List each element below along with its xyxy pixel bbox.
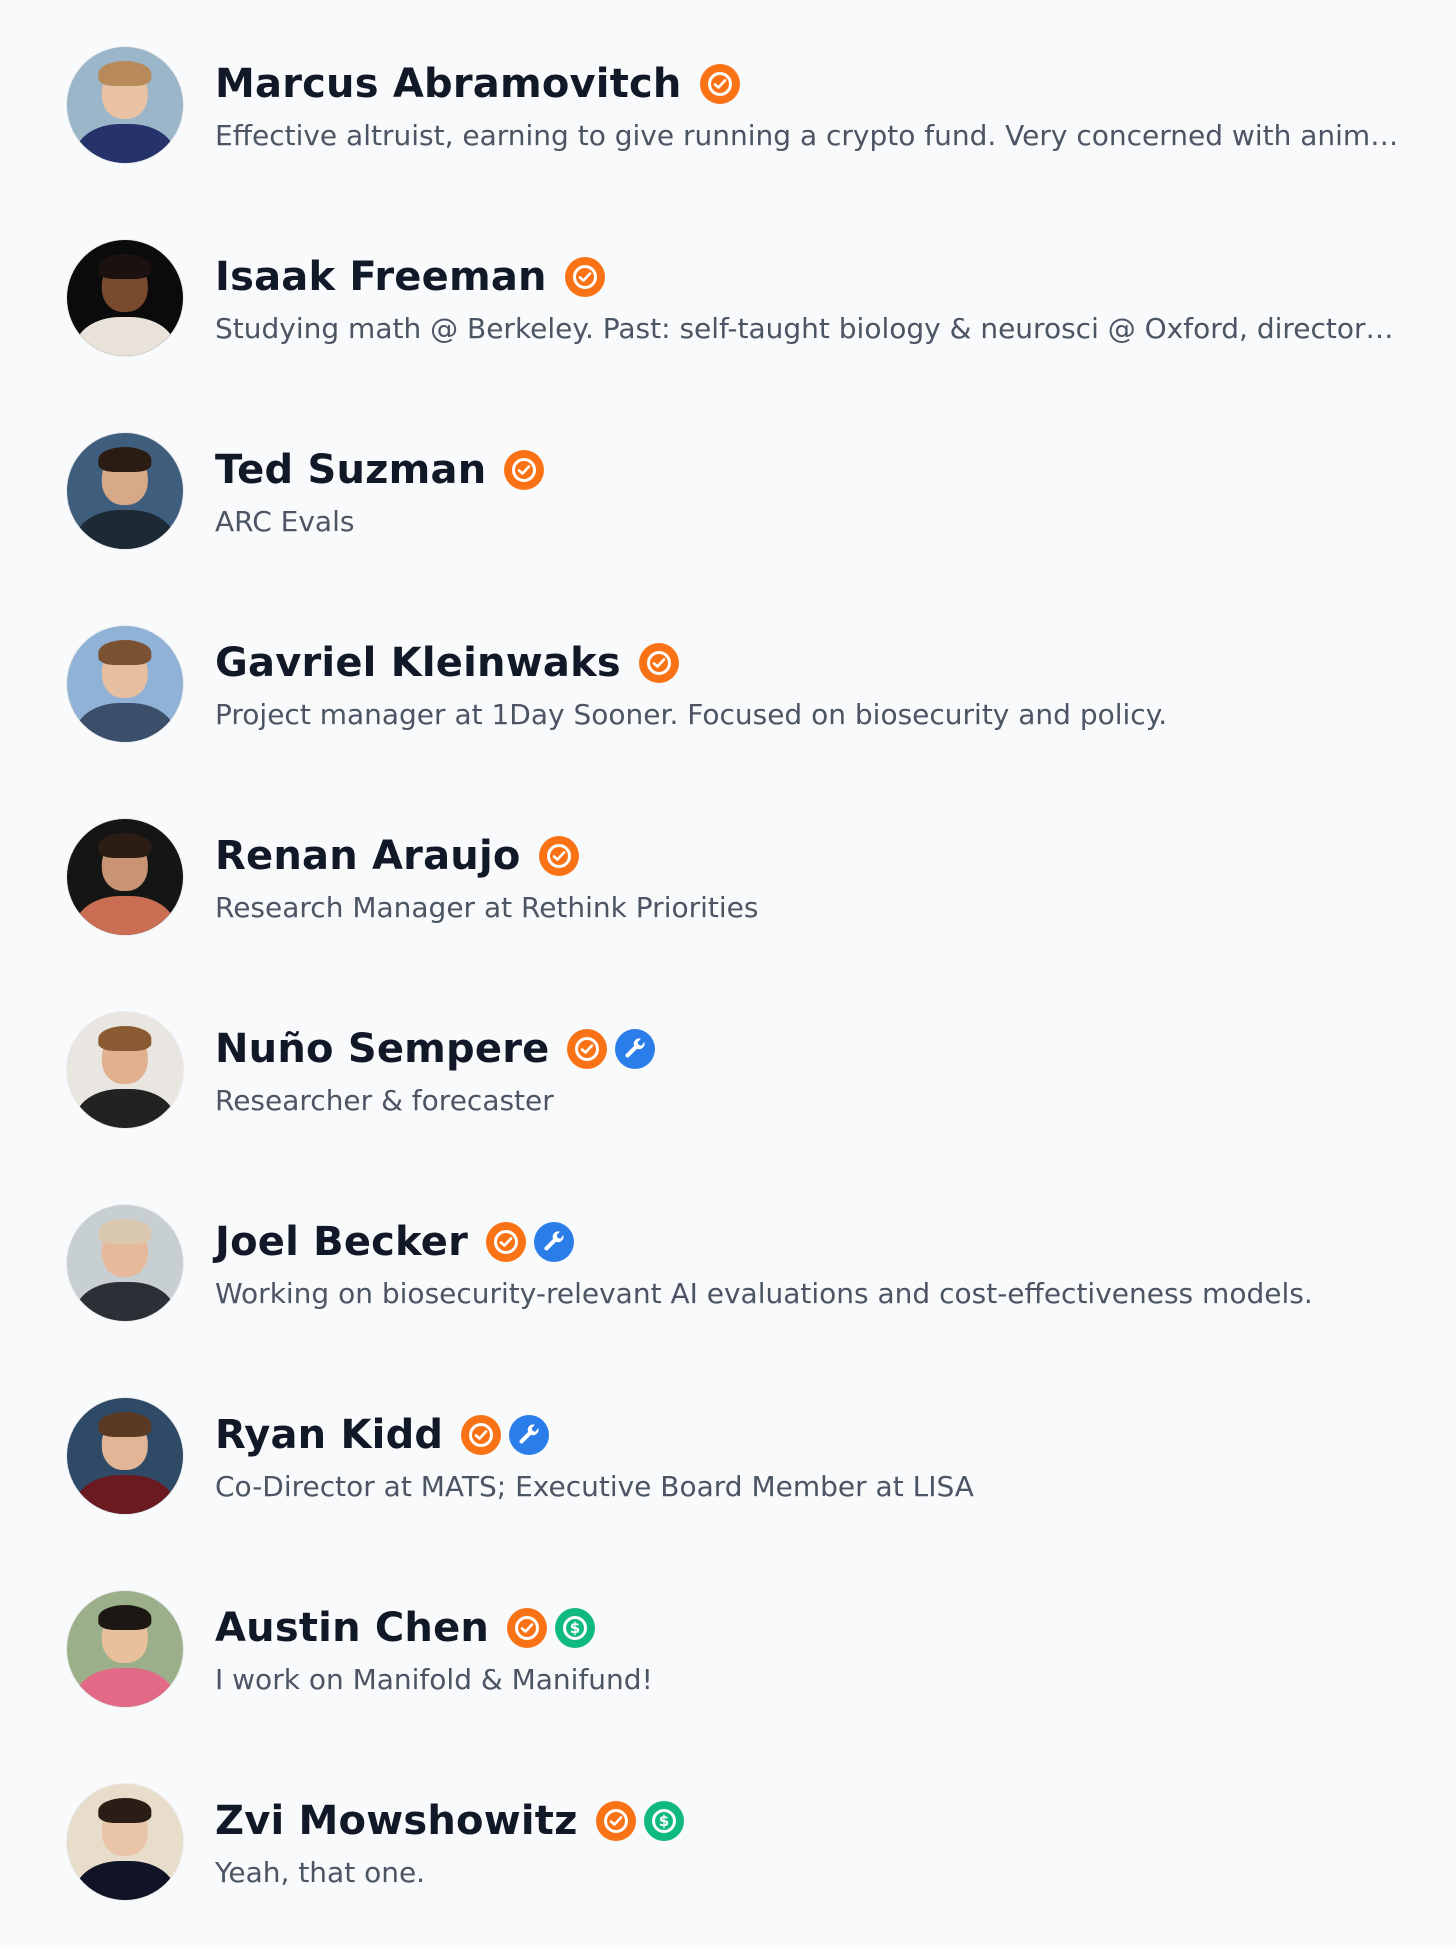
user-info: Joel Becker Working on biosecurity-releva… bbox=[215, 1205, 1456, 1310]
wrench-icon bbox=[615, 1029, 656, 1069]
name-line: Ryan Kidd bbox=[215, 1410, 1456, 1460]
user-info: Marcus Abramovitch Effective altruist, ea… bbox=[215, 47, 1456, 152]
user-bio: Research Manager at Rethink Priorities bbox=[215, 891, 759, 924]
user-bio: I work on Manifold & Manifund! bbox=[215, 1663, 653, 1696]
user-info: Austin Chen $ I work on Manifold & Manifun… bbox=[215, 1591, 1456, 1696]
user-name[interactable]: Gavriel Kleinwaks bbox=[215, 640, 621, 686]
user-name[interactable]: Marcus Abramovitch bbox=[215, 61, 682, 107]
user-bio: Studying math @ Berkeley. Past: self-tau… bbox=[215, 312, 1400, 345]
user-row-marcus-abramovitch[interactable]: Marcus Abramovitch Effective altruist, ea… bbox=[0, 47, 1456, 240]
user-row-joel-becker[interactable]: Joel Becker Working on biosecurity-releva… bbox=[0, 1205, 1456, 1398]
avatar[interactable] bbox=[67, 433, 183, 549]
user-name[interactable]: Nuño Sempere bbox=[215, 1026, 549, 1072]
name-line: Isaak Freeman bbox=[215, 252, 1456, 302]
user-row-ryan-kidd[interactable]: Ryan Kidd Co-Director at MATS; Executive … bbox=[0, 1398, 1456, 1591]
user-bio: Researcher & forecaster bbox=[215, 1084, 554, 1117]
user-name[interactable]: Ryan Kidd bbox=[215, 1412, 443, 1458]
avatar[interactable] bbox=[67, 626, 183, 742]
user-list: Marcus Abramovitch Effective altruist, ea… bbox=[0, 0, 1456, 1947]
user-info: Nuño Sempere Researcher & forecaster bbox=[215, 1012, 1456, 1117]
name-line: Ted Suzman bbox=[215, 445, 1456, 495]
user-name[interactable]: Isaak Freeman bbox=[215, 254, 547, 300]
user-bio: Yeah, that one. bbox=[215, 1856, 426, 1889]
check-circle-icon bbox=[638, 643, 679, 683]
user-row-isaak-freeman[interactable]: Isaak Freeman Studying math @ Berkeley. P… bbox=[0, 240, 1456, 433]
avatar[interactable] bbox=[67, 1591, 183, 1707]
check-circle-icon bbox=[461, 1415, 502, 1455]
dollar-circle-icon: $ bbox=[555, 1608, 596, 1648]
check-circle-icon bbox=[567, 1029, 608, 1069]
user-name[interactable]: Zvi Mowshowitz bbox=[215, 1798, 578, 1844]
name-line: Marcus Abramovitch bbox=[215, 59, 1456, 109]
check-circle-icon bbox=[595, 1801, 636, 1841]
user-bio: Project manager at 1Day Sooner. Focused … bbox=[215, 698, 1168, 731]
user-row-nuno-sempere[interactable]: Nuño Sempere Researcher & forecaster bbox=[0, 1012, 1456, 1205]
user-row-ted-suzman[interactable]: Ted Suzman ARC Evals bbox=[0, 433, 1456, 626]
user-info: Zvi Mowshowitz $ Yeah, that one. bbox=[215, 1784, 1456, 1889]
user-name[interactable]: Renan Araujo bbox=[215, 833, 521, 879]
avatar[interactable] bbox=[67, 1205, 183, 1321]
user-row-renan-araujo[interactable]: Renan Araujo Research Manager at Rethink … bbox=[0, 819, 1456, 1012]
check-circle-icon bbox=[486, 1222, 527, 1262]
name-line: Joel Becker bbox=[215, 1217, 1456, 1267]
avatar[interactable] bbox=[67, 1012, 183, 1128]
avatar[interactable] bbox=[67, 47, 183, 163]
name-line: Gavriel Kleinwaks bbox=[215, 638, 1456, 688]
check-circle-icon bbox=[538, 836, 579, 876]
avatar[interactable] bbox=[67, 1784, 183, 1900]
svg-text:$: $ bbox=[570, 1619, 580, 1637]
user-bio: Co-Director at MATS; Executive Board Mem… bbox=[215, 1470, 974, 1503]
user-bio: ARC Evals bbox=[215, 505, 355, 538]
user-name[interactable]: Ted Suzman bbox=[215, 447, 486, 493]
user-info: Renan Araujo Research Manager at Rethink … bbox=[215, 819, 1456, 924]
name-line: Renan Araujo bbox=[215, 831, 1456, 881]
user-name[interactable]: Joel Becker bbox=[215, 1219, 468, 1265]
user-info: Ted Suzman ARC Evals bbox=[215, 433, 1456, 538]
user-row-zvi-mowshowitz[interactable]: Zvi Mowshowitz $ Yeah, that one. bbox=[0, 1784, 1456, 1947]
wrench-icon bbox=[534, 1222, 575, 1262]
name-line: Nuño Sempere bbox=[215, 1024, 1456, 1074]
user-info: Gavriel Kleinwaks Project manager at 1Day… bbox=[215, 626, 1456, 731]
avatar[interactable] bbox=[67, 819, 183, 935]
user-bio: Working on biosecurity-relevant AI evalu… bbox=[215, 1277, 1313, 1310]
check-circle-icon bbox=[699, 64, 740, 104]
user-row-austin-chen[interactable]: Austin Chen $ I work on Manifold & Manifun… bbox=[0, 1591, 1456, 1784]
dollar-circle-icon: $ bbox=[643, 1801, 684, 1841]
name-line: Zvi Mowshowitz $ bbox=[215, 1796, 1456, 1846]
user-row-gavriel-kleinwaks[interactable]: Gavriel Kleinwaks Project manager at 1Day… bbox=[0, 626, 1456, 819]
avatar[interactable] bbox=[67, 1398, 183, 1514]
check-circle-icon bbox=[507, 1608, 548, 1648]
avatar[interactable] bbox=[67, 240, 183, 356]
user-info: Isaak Freeman Studying math @ Berkeley. P… bbox=[215, 240, 1456, 345]
user-info: Ryan Kidd Co-Director at MATS; Executive … bbox=[215, 1398, 1456, 1503]
check-circle-icon bbox=[564, 257, 605, 297]
svg-text:$: $ bbox=[658, 1812, 668, 1830]
name-line: Austin Chen $ bbox=[215, 1603, 1456, 1653]
wrench-icon bbox=[509, 1415, 550, 1455]
check-circle-icon bbox=[504, 450, 545, 490]
user-name[interactable]: Austin Chen bbox=[215, 1605, 489, 1651]
user-bio: Effective altruist, earning to give runn… bbox=[215, 119, 1400, 152]
